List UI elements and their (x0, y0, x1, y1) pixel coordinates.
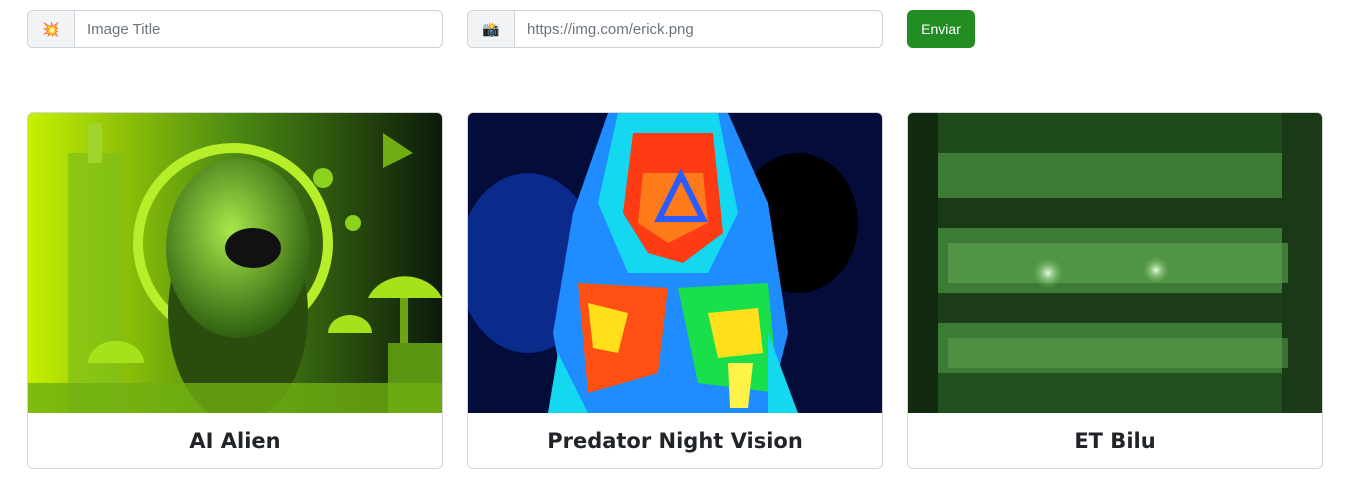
card-title: ET Bilu (1074, 428, 1156, 453)
card-image-predator-night-vision (468, 113, 882, 413)
image-url-input[interactable] (514, 10, 883, 48)
card-title: Predator Night Vision (547, 428, 803, 453)
image-card: ET Bilu (907, 112, 1323, 469)
explosion-icon: 💥 (27, 10, 74, 48)
title-input-group: 💥 (27, 10, 443, 48)
card-image-ai-alien (28, 113, 442, 413)
url-input-group: 📸 (467, 10, 883, 48)
submit-button[interactable]: Enviar (907, 10, 975, 48)
image-card: Predator Night Vision (467, 112, 883, 469)
camera-icon: 📸 (467, 10, 514, 48)
image-card: AI Alien (27, 112, 443, 469)
image-title-input[interactable] (74, 10, 443, 48)
card-image-et-bilu (908, 113, 1322, 413)
card-title: AI Alien (189, 428, 281, 453)
